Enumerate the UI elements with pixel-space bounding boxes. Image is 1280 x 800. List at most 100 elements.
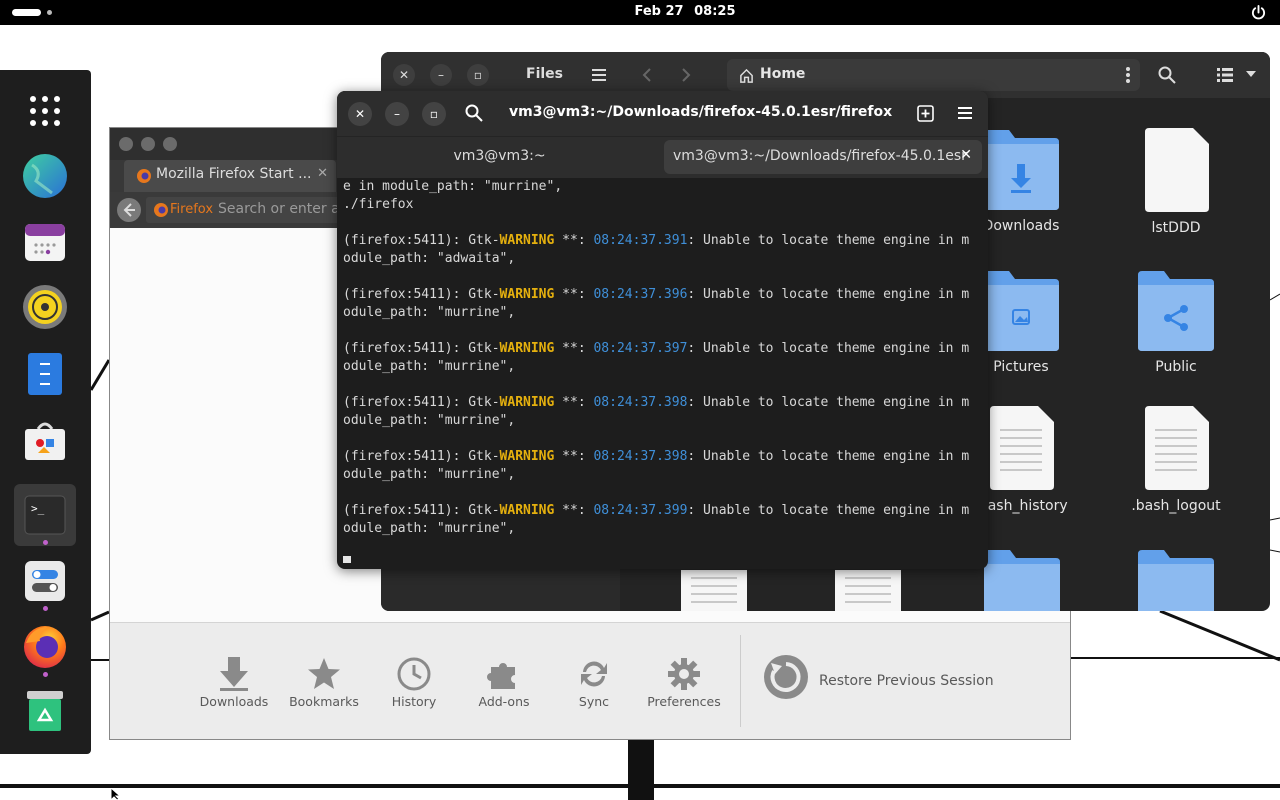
folder-icon[interactable] <box>1136 548 1216 611</box>
software-store-icon[interactable] <box>22 417 68 463</box>
url-placeholder: Search or enter ad <box>218 201 349 217</box>
terminal-close-button[interactable]: ✕ <box>348 102 372 126</box>
terminal-line: odule_path: "murrine", <box>343 467 516 482</box>
downloads-folder-icon <box>983 130 1059 210</box>
folder-icon[interactable] <box>982 548 1062 611</box>
tab-close-icon[interactable]: ✕ <box>317 166 328 181</box>
warning-line: (firefox:5411): Gtk-WARNING **: 08:24:37… <box>343 395 970 410</box>
hamburger-menu-icon[interactable] <box>591 67 607 83</box>
kebab-menu-icon[interactable] <box>1126 67 1130 83</box>
restore-session-icon <box>764 655 808 699</box>
window-maximize-button[interactable] <box>163 137 177 151</box>
text-editor-icon[interactable] <box>22 351 68 397</box>
terminal-line: ./firefox <box>343 197 414 212</box>
terminal-tab-home[interactable]: vm3@vm3:~ <box>337 137 662 179</box>
file-label: .bash_logout <box>1131 498 1221 514</box>
svg-text:>_: >_ <box>31 502 45 515</box>
restore-session-button[interactable]: Restore Previous Session <box>762 653 1022 703</box>
clock[interactable]: Feb 27 08:25 <box>0 4 1280 19</box>
warning-line: (firefox:5411): Gtk-WARNING **: 08:24:37… <box>343 503 970 518</box>
tab-close-icon[interactable]: ✕ <box>960 147 972 163</box>
launcher-separator <box>740 635 741 727</box>
file-item[interactable]: lstDDD <box>1116 128 1236 236</box>
warning-line: (firefox:5411): Gtk-WARNING **: 08:24:37… <box>343 341 970 356</box>
terminal-output[interactable]: e in module_path: "murrine",./firefox​(f… <box>343 178 985 563</box>
launcher-label: Bookmarks <box>289 694 359 709</box>
text-document-icon[interactable] <box>835 570 901 611</box>
pictures-folder-icon <box>983 271 1059 351</box>
list-view-icon[interactable] <box>1217 67 1233 83</box>
puzzle-piece-icon <box>487 663 515 689</box>
chevron-down-icon[interactable] <box>1245 70 1257 78</box>
forward-chevron-icon[interactable] <box>678 67 694 83</box>
recycle-trash-icon[interactable] <box>22 688 68 734</box>
clock-icon <box>397 657 431 691</box>
file-item[interactable]: .bash_logout <box>1116 406 1236 514</box>
dock: >_ <box>0 70 91 754</box>
blank-document-icon <box>1145 128 1209 212</box>
launcher-sync-button[interactable]: Sync <box>554 651 634 709</box>
launcher-label: Add-ons <box>478 694 530 709</box>
files-minimize-button[interactable]: – <box>430 64 452 86</box>
top-bar: Feb 27 08:25 <box>0 0 1280 25</box>
running-indicator <box>43 540 48 545</box>
rhythmbox-music-icon[interactable] <box>22 284 68 330</box>
tab-firefox-start[interactable]: Mozilla Firefox Start ... ✕ <box>124 160 336 192</box>
launcher-label: Preferences <box>647 694 721 709</box>
settings-toggle-icon[interactable] <box>22 558 68 604</box>
terminal-minimize-button[interactable]: – <box>385 102 409 126</box>
terminal-window: ✕ – ▫ vm3@vm3:~/Downloads/firefox-45.0.1… <box>337 91 988 569</box>
clock-date: Feb 27 <box>634 4 684 19</box>
terminal-line: odule_path: "murrine", <box>343 413 516 428</box>
terminal-line: e in module_path: "murrine", <box>343 179 563 194</box>
window-close-button[interactable] <box>119 137 133 151</box>
tab-strip: Mozilla Firefox Start ... ✕ <box>110 160 370 192</box>
warning-line: (firefox:5411): Gtk-WARNING **: 08:24:37… <box>343 449 970 464</box>
launcher-bar: Downloads Bookmarks History Add-ons Sync… <box>110 622 1070 739</box>
firefox-identity-icon <box>154 203 168 217</box>
search-icon[interactable] <box>1158 66 1176 84</box>
launcher-history-button[interactable]: History <box>374 651 454 709</box>
window-minimize-button[interactable] <box>141 137 155 151</box>
files-close-button[interactable]: ✕ <box>393 64 415 86</box>
power-icon[interactable] <box>1251 5 1266 20</box>
calendar-icon[interactable] <box>22 219 68 265</box>
files-title: Files <box>526 66 563 82</box>
terminal-headerbar[interactable]: ✕ – ▫ vm3@vm3:~/Downloads/firefox-45.0.1… <box>337 91 988 136</box>
launcher-label: History <box>391 694 437 709</box>
terminal-tab-firefox[interactable]: vm3@vm3:~/Downloads/firefox-45.0.1esr ✕ <box>664 140 982 174</box>
app-grid-icon[interactable] <box>22 88 68 134</box>
launcher-preferences-button[interactable]: Preferences <box>644 651 724 709</box>
terminal-title: vm3@vm3:~/Downloads/firefox-45.0.1esr/fi… <box>509 104 893 120</box>
text-document-icon <box>1145 406 1209 490</box>
text-document-icon[interactable] <box>681 570 747 611</box>
tab-label: vm3@vm3:~ <box>453 148 546 164</box>
file-item[interactable]: Public <box>1116 269 1236 375</box>
launcher-label: Downloads <box>199 694 269 709</box>
launcher-downloads-button[interactable]: Downloads <box>194 651 274 709</box>
warning-line: (firefox:5411): Gtk-WARNING **: 08:24:37… <box>343 233 970 248</box>
firefox-icon[interactable] <box>22 623 68 669</box>
public-share-folder-icon <box>1138 271 1214 351</box>
path-bar[interactable]: Home <box>727 59 1140 91</box>
clock-time: 08:25 <box>694 4 736 19</box>
terminal-tab-bar: vm3@vm3:~ vm3@vm3:~/Downloads/firefox-45… <box>337 136 988 178</box>
file-label: Public <box>1155 359 1197 375</box>
back-chevron-icon[interactable] <box>639 67 655 83</box>
terminal-maximize-button[interactable]: ▫ <box>422 102 446 126</box>
terminal-icon[interactable]: >_ <box>14 484 76 546</box>
new-tab-icon[interactable] <box>917 105 934 122</box>
terminal-line: odule_path: "murrine", <box>343 359 516 374</box>
file-label: lstDDD <box>1151 220 1201 236</box>
url-brand-label: Firefox <box>170 202 214 217</box>
sync-arrows-icon <box>581 661 607 687</box>
hamburger-menu-icon[interactable] <box>957 106 973 120</box>
back-button[interactable] <box>117 198 141 222</box>
terminal-cursor <box>343 556 351 563</box>
star-icon <box>308 658 340 689</box>
search-icon[interactable] <box>465 104 483 122</box>
launcher-bookmarks-button[interactable]: Bookmarks <box>284 651 364 709</box>
files-maximize-button[interactable]: ▫ <box>467 64 489 86</box>
browser-globe-icon[interactable] <box>22 153 68 199</box>
launcher-addons-button[interactable]: Add-ons <box>464 651 544 709</box>
